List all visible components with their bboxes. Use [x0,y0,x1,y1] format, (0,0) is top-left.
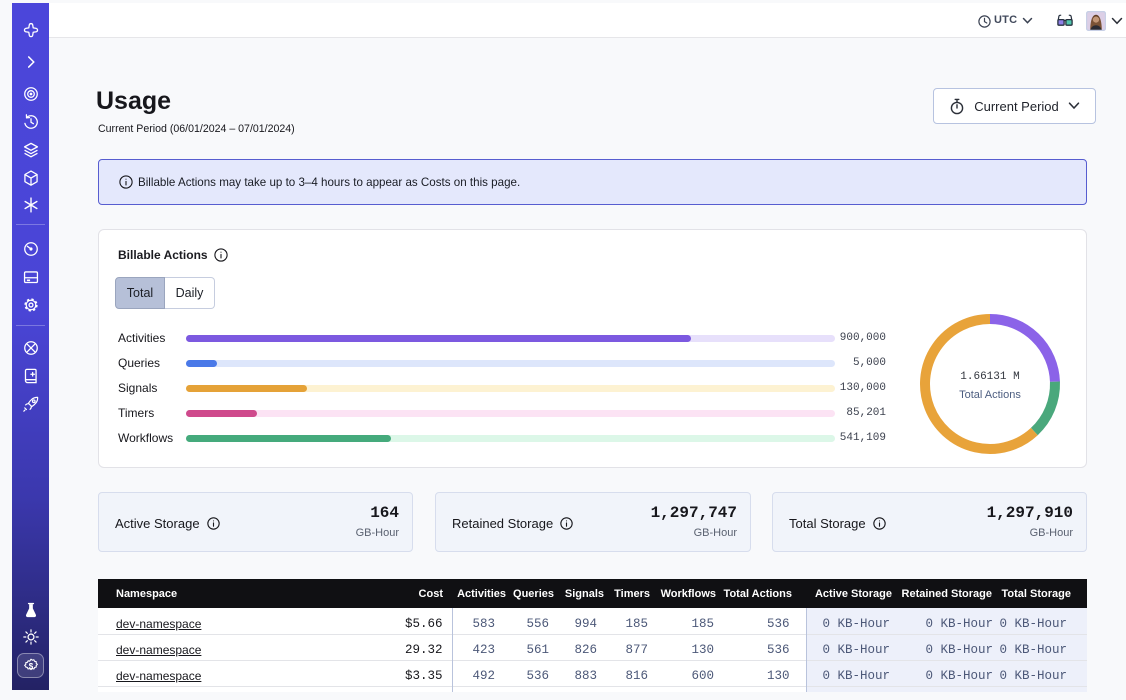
svg-text:$: $ [28,661,33,670]
